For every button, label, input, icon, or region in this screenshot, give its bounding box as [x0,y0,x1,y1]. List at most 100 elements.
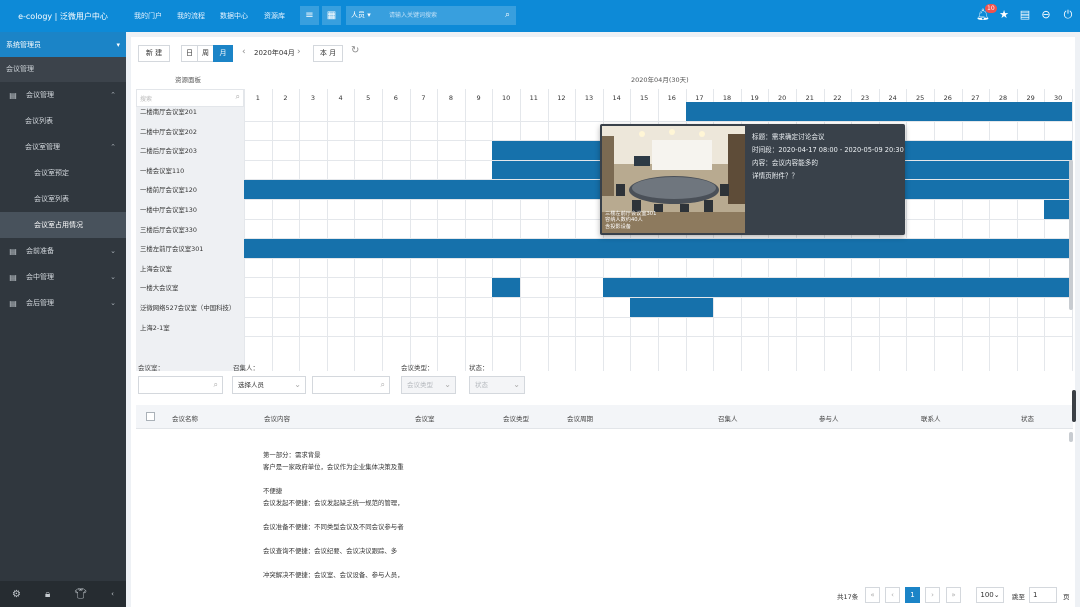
room-label[interactable]: 二楼南厅会议室201 [140,107,197,116]
sidebar-item-1[interactable]: 会议列表 [0,108,126,134]
booking-bar[interactable] [685,102,1072,121]
room-label[interactable]: 上海2-1室 [140,323,170,332]
nav-resource-library[interactable]: 资源库 [264,11,285,21]
search-type-select[interactable]: 人员 ▾ [346,6,384,25]
lock-icon[interactable]: 🔒︎ [45,589,50,600]
search-icon[interactable]: ⌕ [214,377,218,393]
month-view-button[interactable]: 月 [213,45,233,62]
grid-icon[interactable]: ▦ [322,6,341,25]
booking-bar[interactable] [244,239,1072,258]
search-icon[interactable]: ⌕ [381,377,385,393]
nav-my-workflow[interactable]: 我的流程 [177,11,205,21]
page-scrollbar[interactable] [1072,390,1076,422]
room-photo-caption: 三楼左前厅会议室301 容纳人数约40人 含投影设备 [605,210,657,230]
room-label[interactable]: 一楼会议室110 [140,166,184,175]
col-contact[interactable]: 联系人 [921,413,941,423]
room-label[interactable]: 三楼左前厅会议室301 [140,244,203,253]
this-month-button[interactable]: 本 月 [313,45,343,62]
goto-label: 跳至 [1012,593,1025,601]
sidebar-user[interactable]: 系统管理员 ▾ [0,32,126,57]
room-label[interactable]: 三楼后厅会议室330 [140,225,197,234]
week-view-button[interactable]: 周 [197,45,214,62]
star-icon[interactable]: ★ [997,8,1011,22]
day-header: 10 [502,94,511,102]
document-icon[interactable]: ▤ [1018,8,1032,22]
room-label[interactable]: 上海会议室 [140,264,172,273]
sidebar-item-0[interactable]: ▤ 会议管理 ⌃ [0,82,126,108]
shirt-icon[interactable]: 👕︎ [74,589,87,600]
col-meeting-type[interactable]: 会议类型 [503,413,529,423]
collapse-icon[interactable]: ‹ [111,590,114,598]
type-filter-label: 会议类型： [401,364,434,372]
prev-page-button[interactable]: ‹ [885,587,900,603]
day-header: 7 [421,94,426,102]
room-label[interactable]: 二楼后厅会议室203 [140,146,197,155]
global-search-input[interactable]: 请输入关键词搜索 ⌕ [384,6,516,25]
room-label[interactable]: 泛微网络527会议室（中国科技） [140,303,235,312]
search-icon[interactable]: ⌕ [236,92,240,102]
col-status[interactable]: 状态 [1021,413,1034,423]
sidebar-menu: ▤ 会议管理 ⌃ 会议列表 会议室管理 ⌃ 会议室预定 会议室列表 会议室占用情况 ▤ 会前准备 ⌄ ▤… [0,82,126,316]
chevron-left-icon[interactable]: ‹ [242,47,246,57]
new-button[interactable]: 新 建 [138,45,170,62]
sidebar-item-label: 会后管理 [26,299,54,307]
sidebar-item-2[interactable]: 会议室管理 ⌃ [0,134,126,160]
nav-data-center[interactable]: 数据中心 [220,11,248,21]
content-line [263,473,404,485]
menu-icon[interactable]: ≡ [300,6,319,25]
col-convener[interactable]: 召集人 [718,413,738,423]
room-label[interactable]: 一楼大会议室 [140,283,178,292]
module-title: 会议管理 [0,57,126,82]
room-label[interactable]: 一楼前厅会议室120 [140,185,197,194]
power-icon[interactable]: ⏻ [1061,8,1075,22]
booking-title: 标题：需求确定讨论会议 [752,133,825,141]
booking-bar[interactable] [602,278,1072,297]
convener-select[interactable]: 选择人员 ⌄ [232,376,306,394]
col-meeting-cycle[interactable]: 会议周期 [567,413,593,423]
col-meeting-content[interactable]: 会议内容 [264,413,290,423]
sidebar-item-label: 会议管理 [26,91,54,99]
select-all-checkbox[interactable] [146,412,155,421]
chevron-right-icon[interactable]: › [297,47,301,57]
page-size-select[interactable]: 100⌄ [976,587,1004,603]
col-participants[interactable]: 参与人 [819,413,839,423]
booking-bar[interactable] [492,278,520,297]
day-view-button[interactable]: 日 [181,45,198,62]
search-icon[interactable]: ⌕ [505,6,510,25]
col-room[interactable]: 会议室 [415,413,435,423]
app-logo[interactable]: e-cology | 泛微用户中心 [0,0,126,32]
room-label[interactable]: 二楼中厅会议室202 [140,127,197,136]
grid-scrollbar[interactable] [1069,160,1073,310]
status-select[interactable]: 状态 ⌄ [469,376,525,394]
sidebar-item-7[interactable]: ▤ 会中管理 ⌄ [0,264,126,290]
nav-my-portal[interactable]: 我的门户 [134,11,162,21]
col-meeting-name[interactable]: 会议名称 [172,413,198,423]
page-current-button[interactable]: 1 [905,587,920,603]
day-header: 16 [667,94,676,102]
sidebar-item-6[interactable]: ▤ 会前准备 ⌄ [0,238,126,264]
resource-search-input[interactable]: 搜索 ⌕ [136,89,244,107]
sidebar-item-8[interactable]: ▤ 会后管理 ⌄ [0,290,126,316]
booking-bar[interactable] [1044,200,1072,219]
top-bar: e-cology | 泛微用户中心 我的门户 我的流程 数据中心 资源库 ≡ ▦… [0,0,1080,32]
day-header: 2 [283,94,288,102]
room-label[interactable]: 一楼中厅会议室130 [140,205,197,214]
table-scrollbar[interactable] [1069,432,1073,442]
first-page-button[interactable]: « [865,587,880,603]
sidebar-item-5[interactable]: 会议室占用情况 [0,212,126,238]
booking-bar[interactable] [630,298,714,317]
next-page-button[interactable]: › [925,587,940,603]
day-header: 3 [310,94,316,102]
settings-icon[interactable]: ⚙ [12,589,21,600]
last-page-button[interactable]: » [946,587,961,603]
more-icon[interactable]: ⊖ [1039,8,1053,22]
refresh-icon[interactable]: ↻ [351,45,359,56]
type-select[interactable]: 会议类型 ⌄ [401,376,456,394]
goto-page-input[interactable]: 1 [1029,587,1057,603]
grid-line [934,89,935,371]
convener-search-input[interactable]: ⌕ [312,376,390,394]
sidebar-item-4[interactable]: 会议室列表 [0,186,126,212]
room-filter-input[interactable]: ⌕ [138,376,223,394]
search-type-value: 人员 [351,11,365,19]
sidebar-item-3[interactable]: 会议室预定 [0,160,126,186]
